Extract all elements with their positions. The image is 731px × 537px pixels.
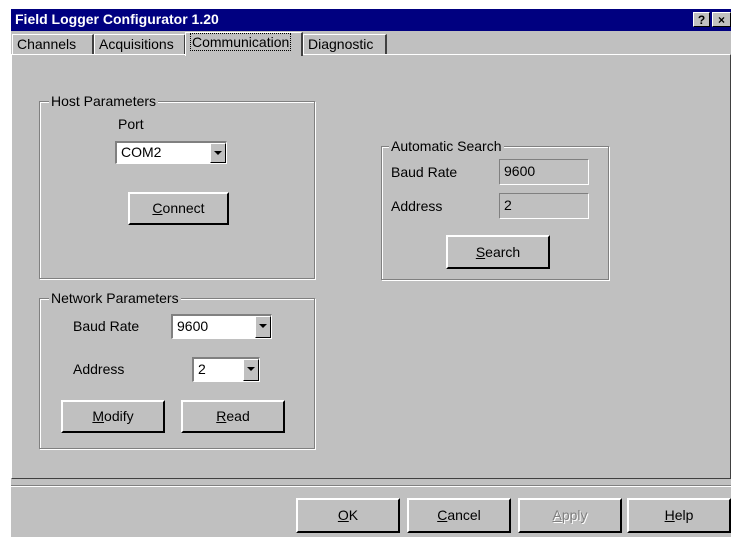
search-baud-rate-value: 9600 <box>504 163 536 179</box>
network-address-label: Address <box>73 361 125 377</box>
chevron-down-icon[interactable] <box>243 359 259 381</box>
port-select[interactable]: COM2 <box>115 141 227 164</box>
port-label: Port <box>118 116 144 132</box>
read-button[interactable]: Read <box>181 400 285 433</box>
tab-communication[interactable]: Communication <box>185 32 303 56</box>
tab-acquisitions[interactable]: Acquisitions <box>94 34 186 54</box>
close-icon: × <box>717 13 725 27</box>
network-address-select[interactable]: 2 <box>192 357 260 382</box>
apply-accel: A <box>552 507 562 523</box>
tab-channels[interactable]: Channels <box>12 34 94 54</box>
search-label: earch <box>485 244 521 260</box>
apply-label: pply <box>561 507 588 523</box>
search-address-field: 2 <box>499 193 589 219</box>
apply-button[interactable]: Apply <box>518 498 622 533</box>
help-label: elp <box>674 507 694 523</box>
ok-accel: O <box>337 507 349 523</box>
read-label: ead <box>226 408 250 424</box>
search-address-value: 2 <box>504 197 512 213</box>
network-baud-rate-select[interactable]: 9600 <box>171 314 272 339</box>
search-button[interactable]: Search <box>446 235 550 269</box>
cancel-label: ancel <box>447 507 481 523</box>
connect-button[interactable]: Connect <box>128 192 229 225</box>
close-button[interactable]: × <box>712 12 731 27</box>
tab-label: Communication <box>190 33 292 51</box>
help-footer-button[interactable]: Help <box>627 498 731 533</box>
search-baud-rate-field: 9600 <box>499 159 589 185</box>
network-parameters-title: Network Parameters <box>49 290 181 306</box>
tab-diagnostic[interactable]: Diagnostic <box>303 34 387 54</box>
automatic-search-title: Automatic Search <box>389 138 504 154</box>
modify-button[interactable]: Modify <box>61 400 165 433</box>
tab-label: Diagnostic <box>308 36 374 52</box>
search-accel: S <box>475 244 486 260</box>
chevron-down-icon[interactable] <box>210 143 226 163</box>
tab-label: Acquisitions <box>99 36 174 52</box>
chevron-down-icon[interactable] <box>255 316 271 338</box>
read-accel: R <box>216 408 227 424</box>
port-value: COM2 <box>121 144 162 160</box>
network-baud-rate-label: Baud Rate <box>73 318 140 334</box>
modify-label: odify <box>104 408 134 424</box>
search-address-label: Address <box>391 198 443 214</box>
search-baud-rate-label: Baud Rate <box>391 164 458 180</box>
help-button[interactable]: ? <box>693 12 710 27</box>
host-parameters-group <box>39 101 315 279</box>
tab-label: Channels <box>17 36 77 52</box>
connect-label: onnect <box>162 200 205 216</box>
modify-accel: M <box>92 408 105 424</box>
title-bar[interactable]: Field Logger Configurator 1.20 ? × <box>11 9 731 31</box>
question-icon: ? <box>697 13 706 27</box>
cancel-button[interactable]: Cancel <box>407 498 511 533</box>
window-title: Field Logger Configurator 1.20 <box>15 11 219 27</box>
ok-label: K <box>348 507 359 523</box>
cancel-accel: C <box>437 507 448 523</box>
network-baud-rate-value: 9600 <box>177 318 209 334</box>
help-accel: H <box>664 507 675 523</box>
network-address-value: 2 <box>198 361 206 377</box>
host-parameters-title: Host Parameters <box>49 93 159 109</box>
footer-divider-highlight <box>11 486 731 487</box>
dialog-window: Field Logger Configurator 1.20 ? × Chann… <box>11 9 731 537</box>
connect-accel: C <box>152 200 163 216</box>
ok-button[interactable]: OK <box>296 498 400 533</box>
